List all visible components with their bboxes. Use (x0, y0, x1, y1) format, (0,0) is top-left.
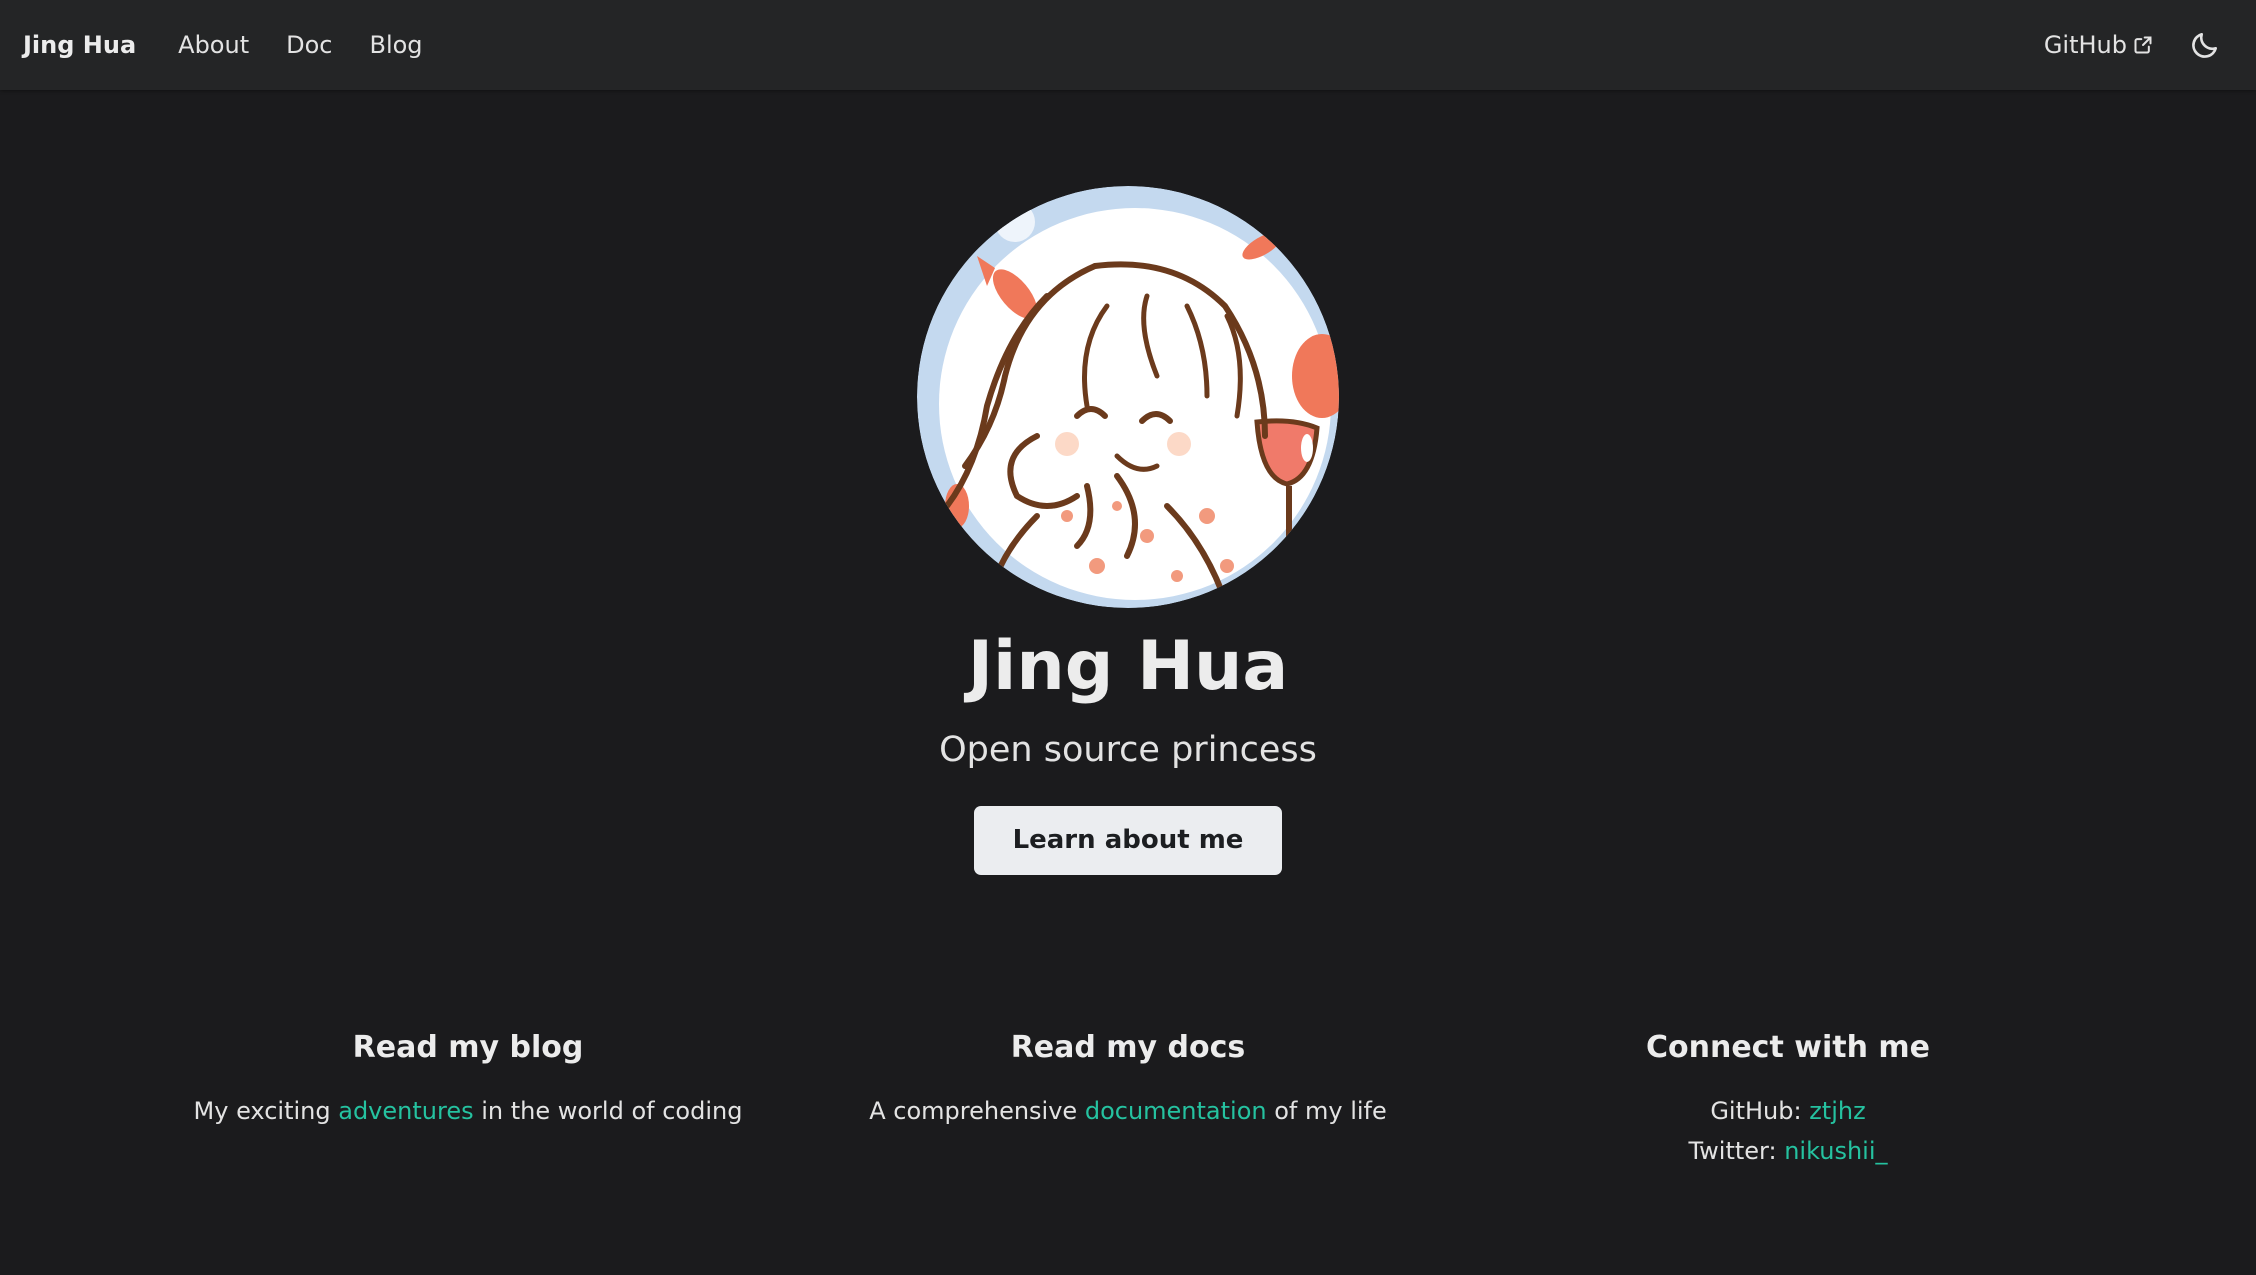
feature-text: My exciting (193, 1097, 339, 1125)
external-link-icon (2134, 36, 2152, 54)
feature-heading: Connect with me (1645, 1030, 1930, 1065)
navbar-right: GitHub (2044, 23, 2233, 67)
hero: Jing Hua Open source princess Learn abou… (0, 90, 2256, 875)
feature-connect: Connect with me GitHub: ztjhz Twitter: n… (1458, 1030, 2118, 1171)
feature-blog: Read my blog My exciting adventures in t… (138, 1030, 798, 1131)
feature-text: of my life (1266, 1097, 1387, 1125)
nav-link-blog[interactable]: Blog (369, 31, 422, 59)
navbar: Jing Hua About Doc Blog GitHub (0, 0, 2256, 90)
github-profile-link[interactable]: ztjhz (1809, 1097, 1865, 1125)
twitter-profile-link[interactable]: nikushii_ (1784, 1137, 1887, 1165)
twitter-contact-label: Twitter: (1688, 1137, 1785, 1165)
twitter-contact: Twitter: nikushii_ (1458, 1131, 2118, 1171)
github-nav-label: GitHub (2043, 31, 2127, 59)
avatar (917, 186, 1339, 608)
documentation-link[interactable]: documentation (1085, 1097, 1267, 1125)
moon-icon (2192, 33, 2217, 58)
github-nav-link[interactable]: GitHub (2044, 31, 2153, 59)
github-contact-label: GitHub: (1710, 1097, 1810, 1125)
brand-link[interactable]: Jing Hua (23, 31, 136, 59)
github-contact: GitHub: ztjhz (1458, 1091, 2118, 1131)
adventures-link[interactable]: adventures (338, 1097, 473, 1125)
theme-toggle-button[interactable] (2183, 23, 2227, 67)
feature-text: A comprehensive (869, 1097, 1085, 1125)
feature-description: My exciting adventures in the world of c… (138, 1091, 798, 1131)
feature-description: A comprehensive documentation of my life (798, 1091, 1458, 1131)
feature-text: in the world of coding (473, 1097, 743, 1125)
nav-link-about[interactable]: About (178, 31, 249, 59)
hero-subtitle: Open source princess (939, 729, 1317, 770)
feature-heading: Read my blog (352, 1030, 584, 1065)
nav-link-doc[interactable]: Doc (286, 31, 332, 59)
learn-about-me-button[interactable]: Learn about me (974, 805, 1282, 875)
feature-heading: Read my docs (1010, 1030, 1246, 1065)
feature-docs: Read my docs A comprehensive documentati… (798, 1030, 1458, 1131)
hero-title: Jing Hua (967, 627, 1289, 706)
